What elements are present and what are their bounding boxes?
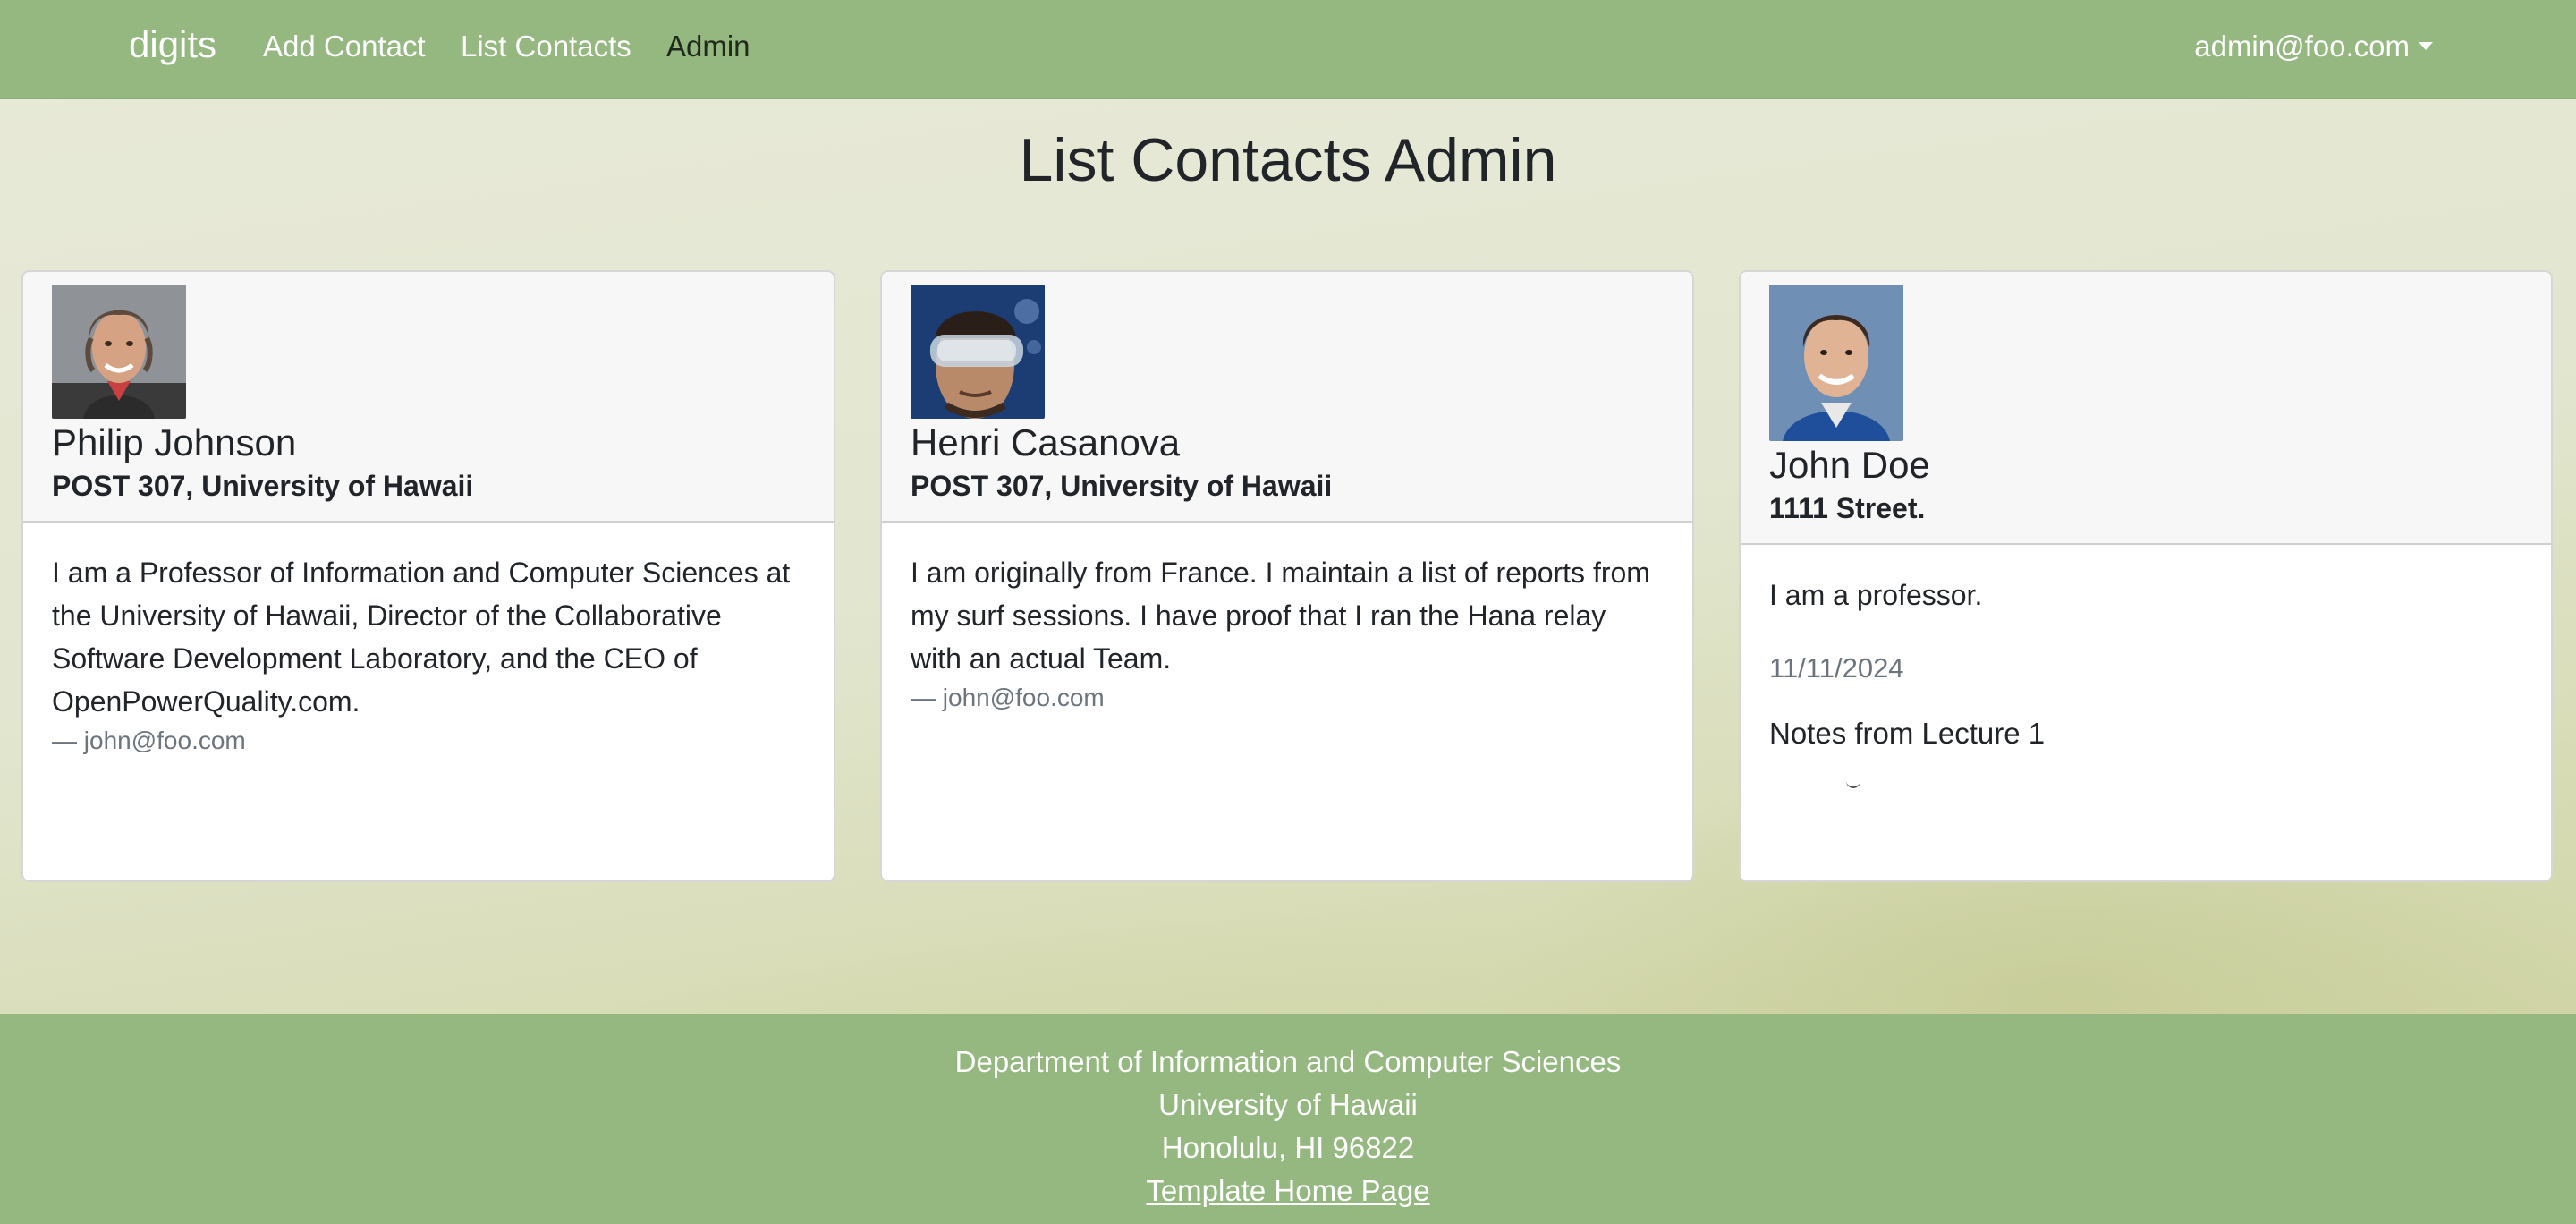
- navbar: digits Add Contact List Contacts Admin a…: [0, 0, 2576, 99]
- footer-address: Honolulu, HI 96822: [1161, 1131, 1415, 1164]
- nav-list-contacts[interactable]: List Contacts: [461, 30, 631, 64]
- contact-email: — john@foo.com: [911, 684, 1105, 711]
- contact-address: POST 307, University of Hawaii: [52, 470, 474, 502]
- avatar: [52, 285, 186, 419]
- user-email: admin@foo.com: [2194, 30, 2410, 63]
- contact-description: I am a professor.: [1769, 579, 1983, 611]
- contact-card: Philip Johnson POST 307, University of H…: [21, 270, 835, 882]
- page-title: List Contacts Admin: [1019, 126, 1557, 194]
- contact-name: Philip Johnson: [52, 421, 297, 463]
- user-dropdown[interactable]: admin@foo.com: [2194, 30, 2433, 64]
- nav-add-contact[interactable]: Add Contact: [263, 30, 426, 64]
- contact-name: John Doe: [1769, 444, 1930, 486]
- footer: Department of Information and Computer S…: [0, 1014, 2576, 1224]
- contact-name: Henri Casanova: [911, 421, 1181, 463]
- loading-icon: [1846, 781, 1860, 788]
- note-text: Notes from Lecture 1: [1769, 717, 2046, 750]
- card-header: John Doe 1111 Street.: [1741, 272, 2551, 545]
- card-body: I am originally from France. I maintain …: [882, 523, 1692, 716]
- contact-description: I am a Professor of Information and Comp…: [52, 557, 791, 718]
- note-date: 11/11/2024: [1769, 652, 1904, 684]
- contact-address: POST 307, University of Hawaii: [911, 470, 1333, 502]
- template-home-link[interactable]: Template Home Page: [1146, 1174, 1429, 1207]
- contact-card: John Doe 1111 Street. I am a professor. …: [1739, 270, 2553, 882]
- contact-address: 1111 Street.: [1769, 492, 1926, 524]
- contact-card: Henri Casanova POST 307, University of H…: [880, 270, 1694, 882]
- card-header: Philip Johnson POST 307, University of H…: [23, 272, 834, 523]
- brand-logo[interactable]: digits: [129, 23, 216, 66]
- avatar: [911, 285, 1045, 419]
- contact-email: — john@foo.com: [52, 727, 246, 754]
- chevron-down-icon: [2419, 42, 2433, 50]
- card-body: I am a Professor of Information and Comp…: [23, 523, 834, 759]
- card-body: I am a professor.: [1741, 545, 2551, 616]
- card-header: Henri Casanova POST 307, University of H…: [882, 272, 1692, 523]
- avatar: [1769, 285, 1903, 441]
- contact-description: I am originally from France. I maintain …: [911, 557, 1650, 675]
- footer-university: University of Hawaii: [1158, 1088, 1418, 1121]
- nav-admin[interactable]: Admin: [666, 30, 750, 64]
- footer-department: Department of Information and Computer S…: [954, 1045, 1622, 1078]
